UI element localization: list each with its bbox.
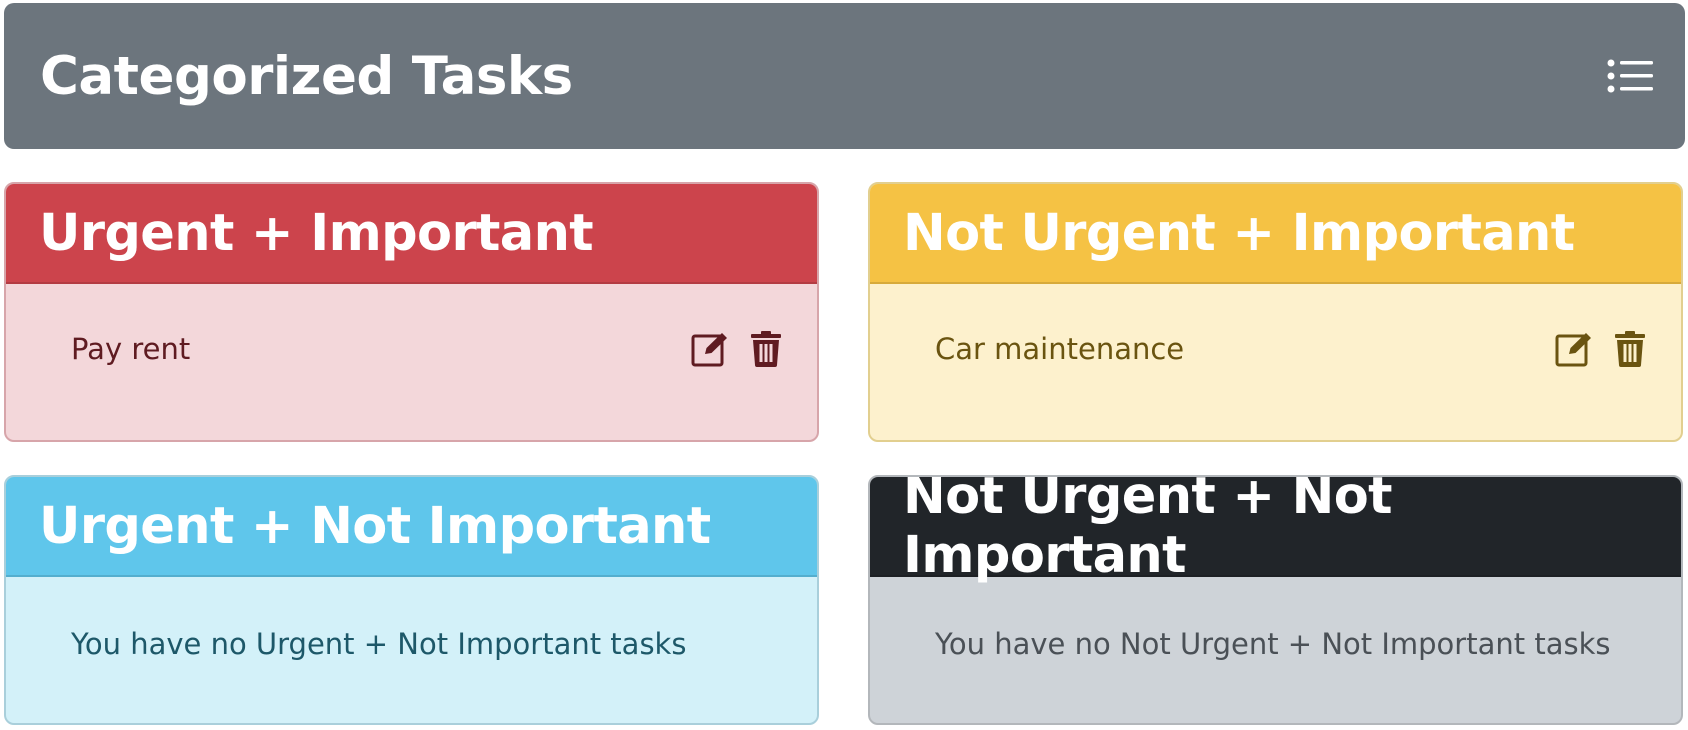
task-item: Pay rent <box>6 319 817 379</box>
quadrant-body: You have no Urgent + Not Important tasks <box>6 577 817 723</box>
quadrant-not-urgent-important: Not Urgent + Important Car maintenance <box>868 182 1683 442</box>
trash-icon[interactable] <box>1615 331 1645 367</box>
list-icon[interactable] <box>1605 56 1655 96</box>
quadrant-body: Car maintenance <box>870 284 1681 434</box>
quadrant-title: Urgent + Important <box>6 184 817 284</box>
quadrant-title: Not Urgent + Important <box>870 184 1681 284</box>
edit-icon[interactable] <box>691 331 729 367</box>
empty-message: You have no Urgent + Not Important tasks <box>71 627 687 661</box>
quadrant-not-urgent-not-important: Not Urgent + Not Important You have no N… <box>868 475 1683 725</box>
task-label: Pay rent <box>71 332 191 366</box>
task-label: Car maintenance <box>935 332 1185 366</box>
task-actions <box>1555 331 1645 367</box>
trash-icon[interactable] <box>751 331 781 367</box>
page-title: Categorized Tasks <box>40 45 573 107</box>
task-actions <box>691 331 781 367</box>
quadrant-urgent-not-important: Urgent + Not Important You have no Urgen… <box>4 475 819 725</box>
quadrant-title: Not Urgent + Not Important <box>870 477 1681 585</box>
quadrant-urgent-important: Urgent + Important Pay rent <box>4 182 819 442</box>
page: Categorized Tasks Urgent + Important Pay… <box>0 0 1688 730</box>
quadrant-title: Urgent + Not Important <box>6 477 817 577</box>
edit-icon[interactable] <box>1555 331 1593 367</box>
quadrant-body: Pay rent <box>6 284 817 434</box>
quadrant-body: You have no Not Urgent + Not Important t… <box>870 577 1681 723</box>
empty-message: You have no Not Urgent + Not Important t… <box>935 627 1611 661</box>
navbar: Categorized Tasks <box>4 3 1685 149</box>
task-item: Car maintenance <box>870 319 1681 379</box>
